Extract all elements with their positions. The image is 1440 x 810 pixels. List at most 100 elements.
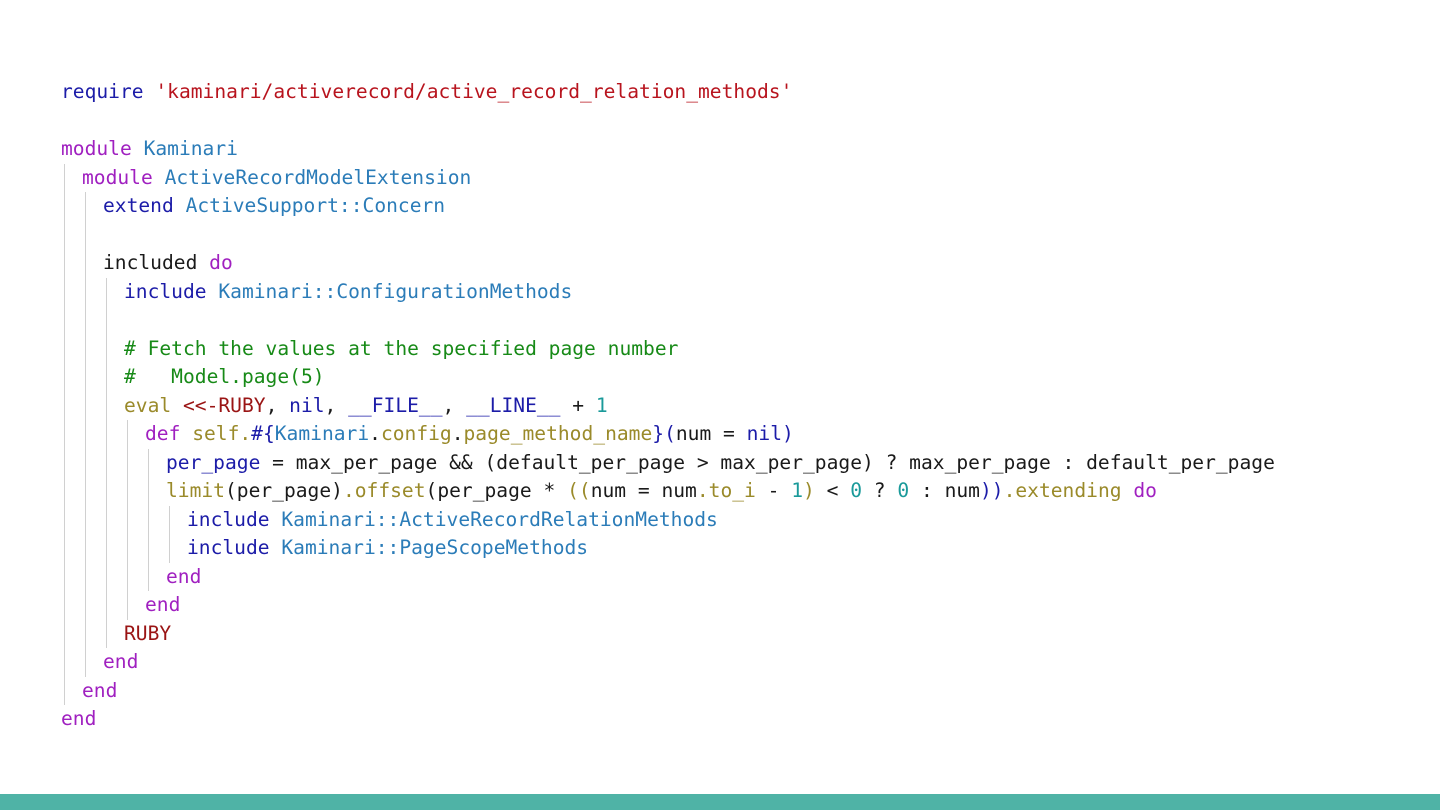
code-token: 1: [595, 393, 608, 417]
indent-guide: [64, 648, 65, 677]
indent-guide: [106, 619, 107, 648]
indent-guide: [85, 648, 86, 677]
indent-guide: [127, 505, 128, 534]
code-token: (: [664, 422, 676, 445]
code-token: eval: [124, 393, 172, 417]
indent-guide: [64, 505, 65, 534]
indent-guide: [106, 448, 107, 477]
code-token: .: [451, 422, 464, 445]
indent-guide: [64, 391, 65, 420]
code-token: 0: [850, 479, 863, 502]
code-token: Kaminari::ActiveRecordRelationMethods: [281, 507, 718, 531]
code-token: num =: [675, 422, 747, 445]
indent-guide: [106, 505, 107, 534]
code-token: limit: [166, 479, 225, 502]
code-token: 0: [897, 479, 910, 502]
code-token: .to_i: [696, 479, 756, 502]
code-token: #{: [251, 422, 275, 445]
code-token: include: [187, 507, 270, 531]
indent-guide: [106, 591, 107, 620]
indent-guide: [85, 363, 86, 392]
indent-guide: [127, 591, 128, 620]
indent-guide: [85, 591, 86, 620]
code-token: config: [380, 422, 452, 445]
code-token: Kaminari::PageScopeMethods: [281, 536, 589, 559]
code-token: end: [166, 564, 202, 588]
code-token: : num: [909, 479, 980, 502]
indent-guide: [106, 420, 107, 449]
indent-guide: [127, 534, 128, 563]
indent-guide: [106, 277, 107, 306]
code-token: include: [187, 536, 270, 559]
code-token: module: [61, 137, 132, 160]
indent-guide: [64, 534, 65, 563]
indent-guide: [85, 192, 86, 221]
indent-guide: [127, 420, 128, 449]
code-token: __FILE__: [348, 393, 443, 417]
code-token: num = num: [590, 479, 697, 502]
code-token: <<-RUBY: [182, 393, 266, 417]
code-token: .: [369, 422, 381, 445]
indent-guide: [64, 676, 65, 705]
code-token: # Fetch the values at the specified page…: [124, 336, 679, 360]
indent-guide: [85, 619, 86, 648]
code-token: end: [61, 707, 97, 730]
indent-guide: [148, 505, 149, 534]
code-token: (per_page): [224, 479, 343, 502]
indent-guide: [106, 363, 107, 392]
code-token: nil: [289, 393, 325, 417]
code-token: page_method_name: [463, 422, 653, 445]
indent-guide: [169, 505, 170, 534]
code-token: included: [103, 251, 198, 274]
code-token: 'kaminari/activerecord/active_record_rel…: [155, 80, 793, 103]
indent-guide: [148, 562, 149, 591]
code-token: ): [782, 422, 794, 445]
indent-guide: [64, 448, 65, 477]
indent-guide: [64, 562, 65, 591]
indent-guide: [127, 477, 128, 506]
indent-guide: [64, 163, 65, 192]
indent-guide: [85, 249, 86, 278]
code-token: per_page: [166, 450, 261, 474]
code-token: include: [124, 279, 207, 303]
indent-guide: [85, 448, 86, 477]
code-token: .extending: [1003, 479, 1122, 502]
indent-guide: [85, 477, 86, 506]
code-token: Kaminari: [143, 137, 238, 160]
indent-guide: [85, 334, 86, 363]
indent-guide: [127, 448, 128, 477]
code-token: __LINE__: [466, 393, 561, 417]
code-token: = max_per_page && (default_per_page > ma…: [260, 450, 1275, 474]
code-token: ActiveRecordModelExtension: [164, 165, 472, 189]
code-token: Kaminari: [274, 422, 370, 445]
code-token: 1: [791, 479, 804, 502]
indent-guide: [106, 334, 107, 363]
code-token: (per_page *: [425, 479, 568, 502]
indent-guide: [64, 306, 65, 335]
indent-guide: [64, 420, 65, 449]
code-token: )): [979, 479, 1004, 502]
footer-bar: [0, 794, 1440, 810]
indent-guide: [85, 420, 86, 449]
indent-guide: [106, 477, 107, 506]
indent-guide: [148, 534, 149, 563]
indent-guide: [64, 477, 65, 506]
code-token: def: [145, 422, 181, 445]
indent-guide: [64, 192, 65, 221]
code-token: ,: [265, 393, 290, 417]
code-token: ActiveSupport::Concern: [185, 194, 446, 217]
code-token: extend: [103, 194, 174, 217]
indent-guide: [85, 220, 86, 249]
code-token: self.: [192, 422, 252, 445]
code-token: # Model.page(5): [124, 365, 325, 388]
